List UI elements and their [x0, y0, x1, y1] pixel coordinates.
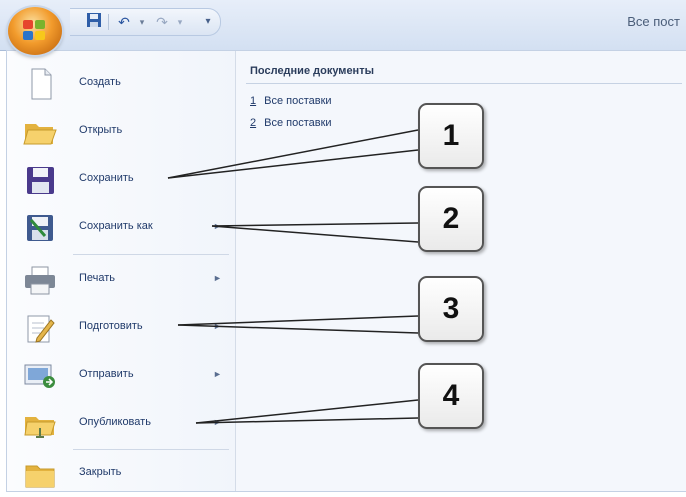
title-bar: ↶ ▾ ↷ ▾ ▾ Все пост: [0, 0, 686, 51]
save-icon[interactable]: [84, 12, 104, 32]
callout-box-4: 4: [418, 363, 484, 429]
open-folder-icon: [23, 116, 57, 148]
submenu-arrow-icon: ►: [213, 369, 222, 379]
recent-document-number: 1: [250, 95, 257, 107]
submenu-arrow-icon: ►: [213, 273, 222, 283]
recent-document-item[interactable]: 1 Все поставки: [250, 95, 332, 107]
menu-item-label: Печать: [79, 272, 116, 284]
publish-icon: [23, 408, 57, 440]
printer-icon: [23, 264, 57, 296]
undo-dropdown-icon[interactable]: ▾: [132, 12, 152, 32]
submenu-arrow-icon: ►: [213, 321, 222, 331]
send-icon: [23, 360, 57, 392]
office-logo-icon: [23, 20, 47, 42]
redo-dropdown-icon[interactable]: ▾: [170, 12, 190, 32]
menu-item-label: Создать: [79, 76, 121, 88]
menu-item-prepare[interactable]: Подготовить ►: [13, 305, 227, 351]
callout-box-2: 2: [418, 186, 484, 252]
menu-item-close[interactable]: Закрыть: [13, 451, 227, 497]
menu-item-label: Сохранить как: [79, 220, 153, 232]
recent-document-item[interactable]: 2 Все поставки: [250, 117, 332, 129]
menu-item-label: Опубликовать: [79, 416, 151, 428]
recent-documents-divider: [246, 83, 682, 84]
menu-item-label: Закрыть: [79, 466, 122, 478]
callout-box-1: 1: [418, 103, 484, 169]
callout-box-3: 3: [418, 276, 484, 342]
office-menu: Создать Открыть Сохранить Сохранить как …: [6, 50, 686, 492]
menu-item-open[interactable]: Открыть: [13, 109, 227, 155]
submenu-arrow-icon: ►: [213, 417, 222, 427]
menu-item-label: Отправить: [79, 368, 134, 380]
floppy-disk-icon: [23, 164, 57, 196]
menu-item-label: Открыть: [79, 124, 123, 136]
close-folder-icon: [23, 458, 57, 490]
new-document-icon: [23, 68, 57, 100]
customize-icon[interactable]: ▾: [198, 12, 218, 32]
recent-document-name: Все поставки: [264, 95, 332, 107]
recent-document-name: Все поставки: [264, 117, 332, 129]
menu-divider: [73, 449, 229, 450]
menu-item-save-as[interactable]: Сохранить как ►: [13, 205, 227, 251]
save-as-icon: [23, 212, 57, 244]
menu-divider: [73, 254, 229, 255]
command-list: Создать Открыть Сохранить Сохранить как …: [7, 51, 236, 491]
recent-document-number: 2: [250, 117, 257, 129]
menu-item-publish[interactable]: Опубликовать ►: [13, 401, 227, 447]
undo-icon[interactable]: ↶: [114, 12, 134, 32]
toolbar-separator: [108, 14, 109, 30]
menu-item-label: Сохранить: [79, 172, 134, 184]
office-button[interactable]: [8, 7, 62, 55]
menu-item-label: Подготовить: [79, 320, 143, 332]
prepare-icon: [23, 312, 57, 344]
redo-icon[interactable]: ↷: [152, 12, 172, 32]
menu-item-create[interactable]: Создать: [13, 61, 227, 107]
quick-access-toolbar: ↶ ▾ ↷ ▾ ▾: [70, 8, 221, 36]
window-title: Все пост: [627, 14, 680, 29]
submenu-arrow-icon: ►: [213, 221, 222, 231]
menu-item-print[interactable]: Печать ►: [13, 257, 227, 303]
menu-item-send[interactable]: Отправить ►: [13, 353, 227, 399]
recent-documents-title: Последние документы: [250, 65, 374, 77]
menu-item-save[interactable]: Сохранить: [13, 157, 227, 203]
